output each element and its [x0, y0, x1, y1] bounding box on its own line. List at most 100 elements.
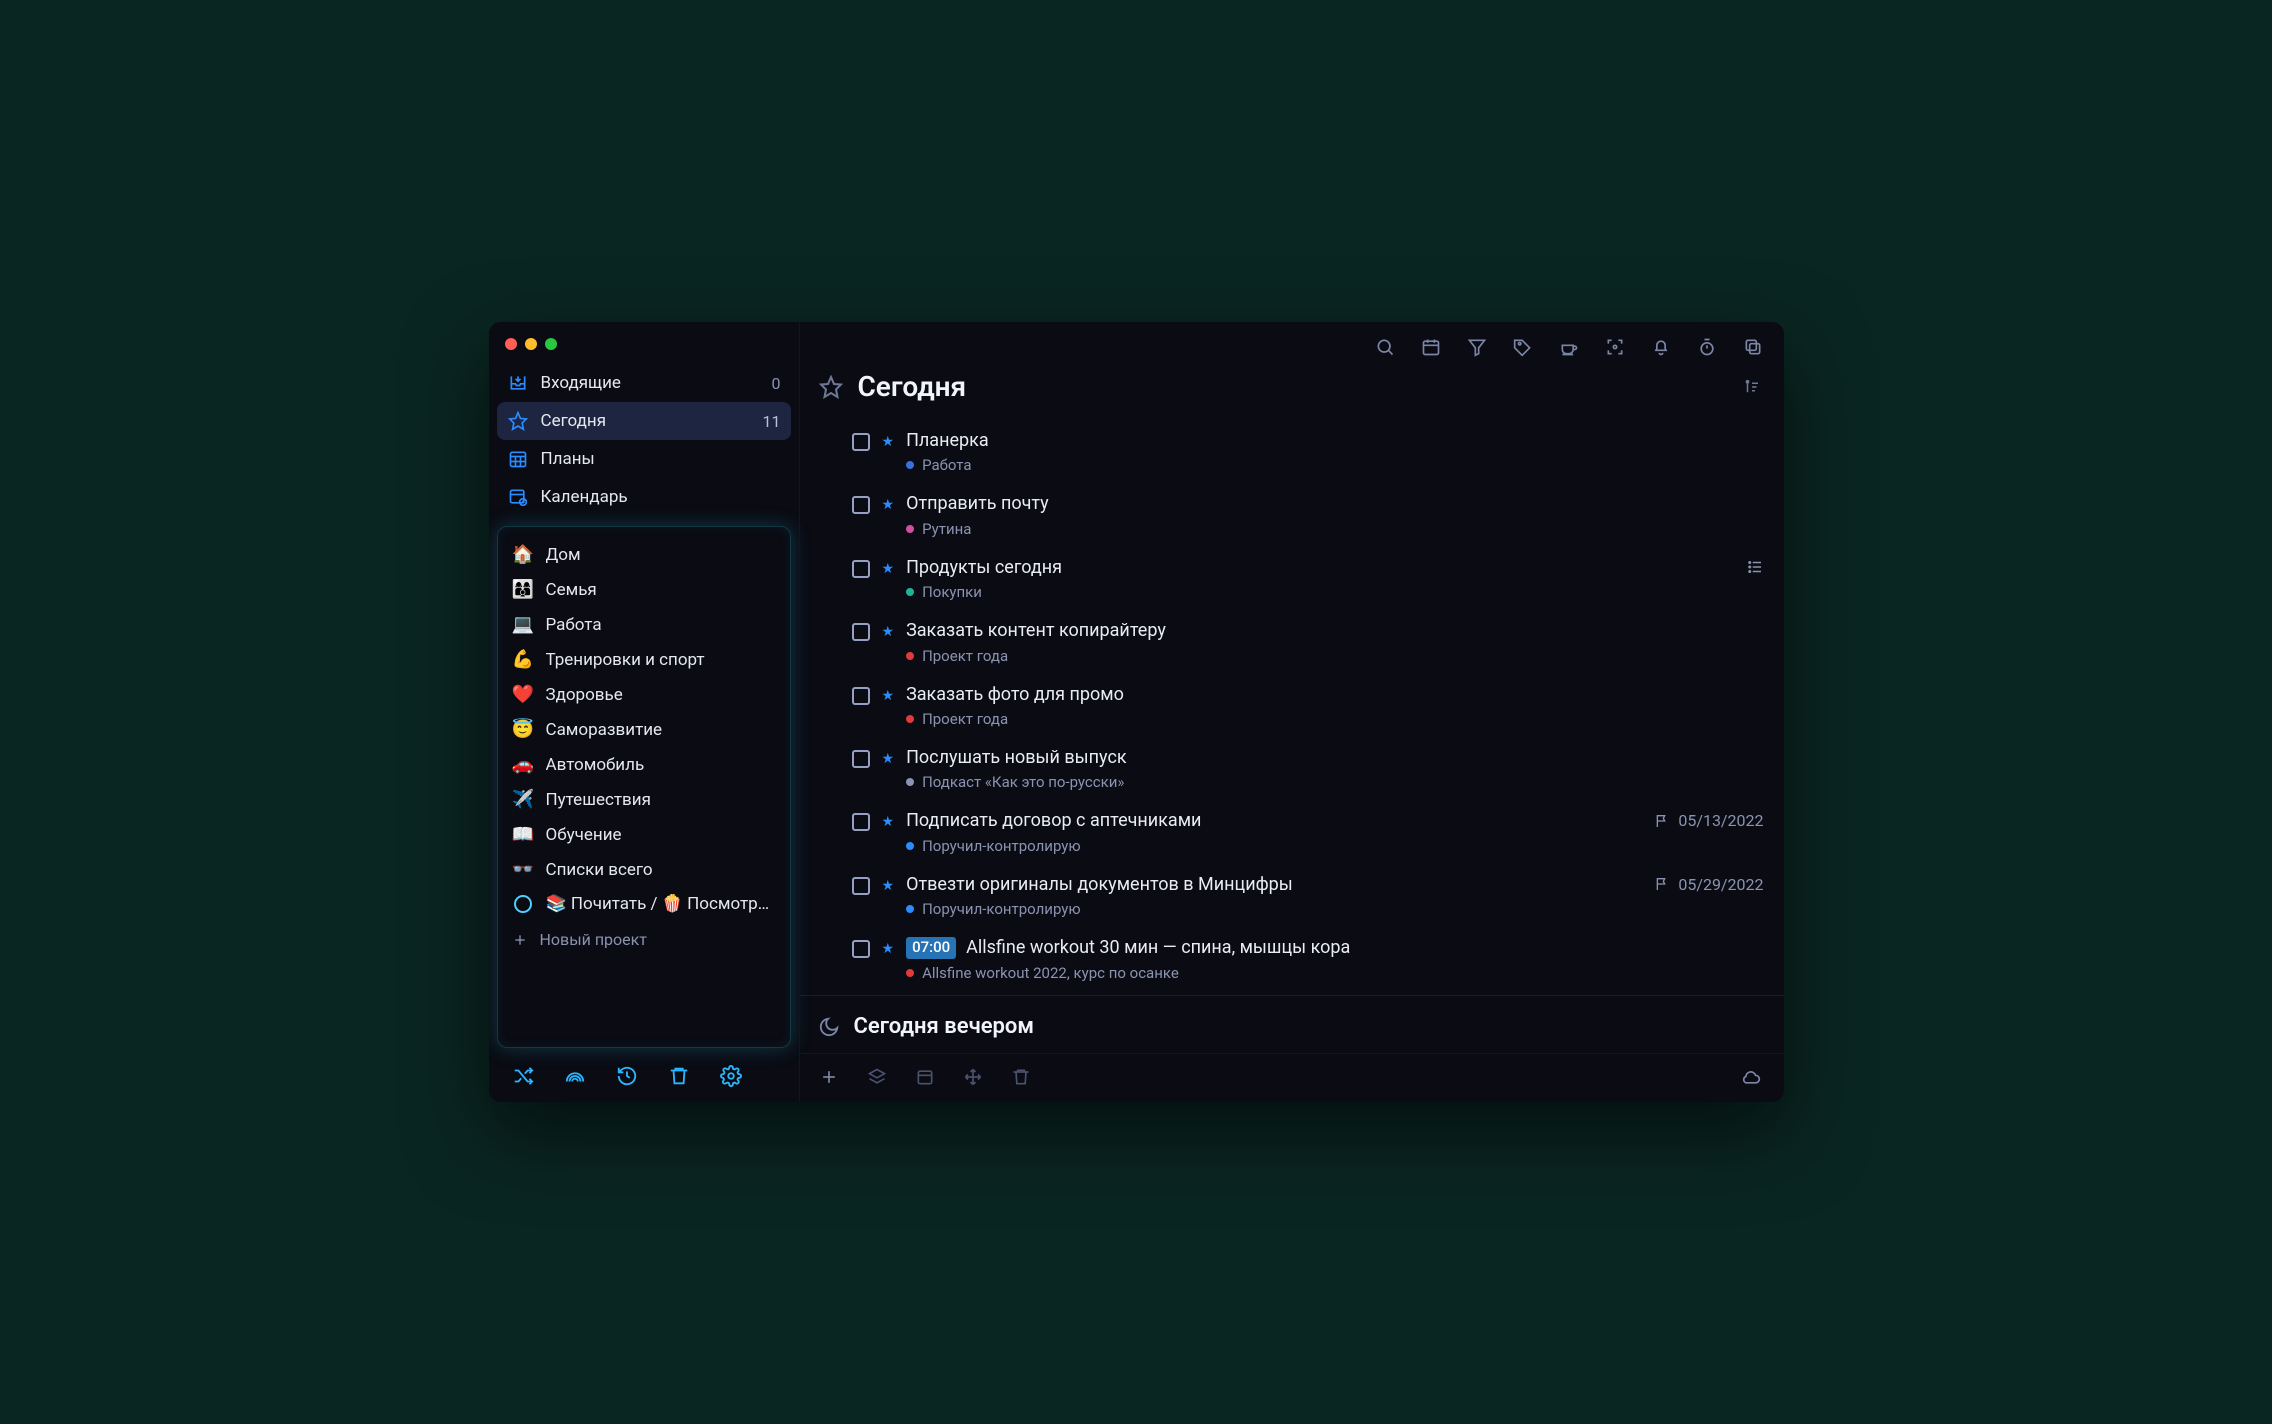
- project-item[interactable]: 😇Саморазвитие: [498, 712, 790, 747]
- project-label: Дом: [546, 545, 581, 565]
- close-window-button[interactable]: [505, 338, 517, 350]
- project-label: Семья: [546, 580, 597, 600]
- star-outline-icon[interactable]: [818, 374, 844, 400]
- task-checkbox[interactable]: [852, 560, 870, 578]
- task-title-text: Подписать договор с аптечниками: [906, 809, 1201, 832]
- task-checkbox[interactable]: [852, 813, 870, 831]
- project-item[interactable]: 👩‍👩‍👦Семья: [498, 572, 790, 607]
- project-item[interactable]: 📖Обучение: [498, 817, 790, 852]
- project-item[interactable]: 💻Работа: [498, 607, 790, 642]
- task-body: Отвезти оригиналы документов в МинцифрыП…: [906, 873, 1642, 918]
- calendar-grid-icon: [507, 448, 529, 470]
- sidebar-nav: Входящие 0 Сегодня 11 Планы Кал: [489, 358, 799, 526]
- task-deadline: 05/29/2022: [1654, 875, 1763, 894]
- stopwatch-icon[interactable]: [1696, 336, 1718, 358]
- task-row[interactable]: ★Заказать контент копирайтеруПроект года: [852, 611, 1764, 674]
- sort-toggle-icon[interactable]: [1742, 377, 1762, 397]
- project-emoji-icon: ✈️: [512, 789, 534, 810]
- sidebar-item-label: Входящие: [541, 373, 621, 393]
- schedule-icon[interactable]: [914, 1066, 936, 1088]
- project-item[interactable]: 👓Списки всего: [498, 852, 790, 887]
- sidebar-item-today[interactable]: Сегодня 11: [497, 402, 791, 440]
- project-color-dot: [906, 778, 914, 786]
- sidebar-item-label: Календарь: [541, 487, 628, 507]
- task-body: Послушать новый выпуск Подкаст «Как это п…: [906, 746, 1763, 791]
- minimize-window-button[interactable]: [525, 338, 537, 350]
- app-window: Входящие 0 Сегодня 11 Планы Кал: [489, 322, 1784, 1102]
- project-label: Путешествия: [546, 790, 651, 810]
- task-row[interactable]: ★Подписать договор с аптечникамиПоручил-…: [852, 801, 1764, 864]
- task-project-name: Подкаст «Как это по-русски»: [922, 773, 1124, 791]
- coffee-icon[interactable]: [1558, 336, 1580, 358]
- task-checkbox[interactable]: [852, 750, 870, 768]
- star-filled-icon: ★: [882, 434, 895, 450]
- sidebar: Входящие 0 Сегодня 11 Планы Кал: [489, 322, 799, 1102]
- project-item[interactable]: ❤️Здоровье: [498, 677, 790, 712]
- task-project-label: Покупки: [906, 583, 1733, 601]
- history-icon[interactable]: [615, 1064, 639, 1088]
- project-item[interactable]: 🏠Дом: [498, 537, 790, 572]
- task-row[interactable]: ★Продукты сегодняПокупки: [852, 548, 1764, 611]
- evening-section-header: Сегодня вечером: [800, 996, 1784, 1053]
- shuffle-icon[interactable]: [511, 1064, 535, 1088]
- task-checkbox[interactable]: [852, 623, 870, 641]
- task-row[interactable]: ★Отвезти оригиналы документов в Минцифры…: [852, 865, 1764, 928]
- task-row[interactable]: ★ПланеркаРабота: [852, 421, 1764, 484]
- filter-icon[interactable]: [1466, 336, 1488, 358]
- task-row[interactable]: ★Заказать фото для промоПроект года: [852, 675, 1764, 738]
- task-row[interactable]: ★Послушать новый выпускПодкаст «Как это …: [852, 738, 1764, 801]
- tag-icon[interactable]: [1512, 336, 1534, 358]
- project-item[interactable]: 💪Тренировки и спорт: [498, 642, 790, 677]
- task-title-text: Продукты сегодня: [906, 556, 1062, 579]
- task-row[interactable]: ★07:00Allsfine workout 30 мин — спина, м…: [852, 928, 1764, 983]
- settings-icon[interactable]: [719, 1064, 743, 1088]
- delete-icon[interactable]: [1010, 1066, 1032, 1088]
- duplicate-icon[interactable]: [1742, 336, 1764, 358]
- inbox-icon: [507, 372, 529, 394]
- move-icon[interactable]: [962, 1066, 984, 1088]
- task-title-text: Отвезти оригиналы документов в Минцифры: [906, 873, 1293, 896]
- task-deadline: 05/13/2022: [1654, 811, 1763, 830]
- focus-square-icon[interactable]: [1604, 336, 1626, 358]
- project-color-dot: [906, 969, 914, 977]
- layers-icon[interactable]: [866, 1066, 888, 1088]
- task-project-label: Проект года: [906, 647, 1763, 665]
- evening-section-title: Сегодня вечером: [854, 1014, 1035, 1039]
- project-item[interactable]: ✈️ Путешествия: [498, 782, 790, 817]
- project-item[interactable]: 🚗Автомобиль: [498, 747, 790, 782]
- search-icon[interactable]: [1374, 336, 1396, 358]
- task-project-label: Поручил-контролирую: [906, 837, 1642, 855]
- task-project-name: Покупки: [922, 583, 982, 601]
- calendar-icon[interactable]: [1420, 336, 1442, 358]
- project-emoji-icon: 📖: [512, 824, 534, 845]
- page-header: Сегодня: [800, 364, 1784, 417]
- cloud-sync-icon[interactable]: [1740, 1066, 1762, 1088]
- new-project-button[interactable]: Новый проект: [498, 921, 790, 958]
- task-title-text: Отправить почту: [906, 492, 1049, 515]
- task-title: 07:00Allsfine workout 30 мин — спина, мы…: [906, 936, 1763, 959]
- rainbow-icon[interactable]: [563, 1064, 587, 1088]
- task-checkbox[interactable]: [852, 687, 870, 705]
- task-project-label: Работа: [906, 456, 1763, 474]
- task-checkbox[interactable]: [852, 496, 870, 514]
- window-controls: [489, 322, 799, 358]
- subtasks-icon[interactable]: [1746, 558, 1764, 576]
- project-label: Здоровье: [546, 685, 623, 705]
- task-title: Послушать новый выпуск: [906, 746, 1763, 769]
- trash-icon[interactable]: [667, 1064, 691, 1088]
- task-checkbox[interactable]: [852, 877, 870, 895]
- bell-icon[interactable]: [1650, 336, 1672, 358]
- add-task-button[interactable]: [818, 1066, 840, 1088]
- task-title-text: Allsfine workout 30 мин — спина, мышцы к…: [966, 936, 1350, 959]
- project-label: Автомобиль: [546, 755, 645, 775]
- project-item[interactable]: 📚 Почитать / 🍿 Посмотреть: [498, 887, 790, 921]
- sidebar-item-inbox[interactable]: Входящие 0: [497, 364, 791, 402]
- task-body: Заказать фото для промоПроект года: [906, 683, 1763, 728]
- task-row[interactable]: ★Отправить почтуРутина: [852, 484, 1764, 547]
- task-checkbox[interactable]: [852, 940, 870, 958]
- sidebar-item-plans[interactable]: Планы: [497, 440, 791, 478]
- task-title: Заказать фото для промо: [906, 683, 1763, 706]
- task-checkbox[interactable]: [852, 433, 870, 451]
- sidebar-item-calendar[interactable]: Календарь: [497, 478, 791, 516]
- fullscreen-window-button[interactable]: [545, 338, 557, 350]
